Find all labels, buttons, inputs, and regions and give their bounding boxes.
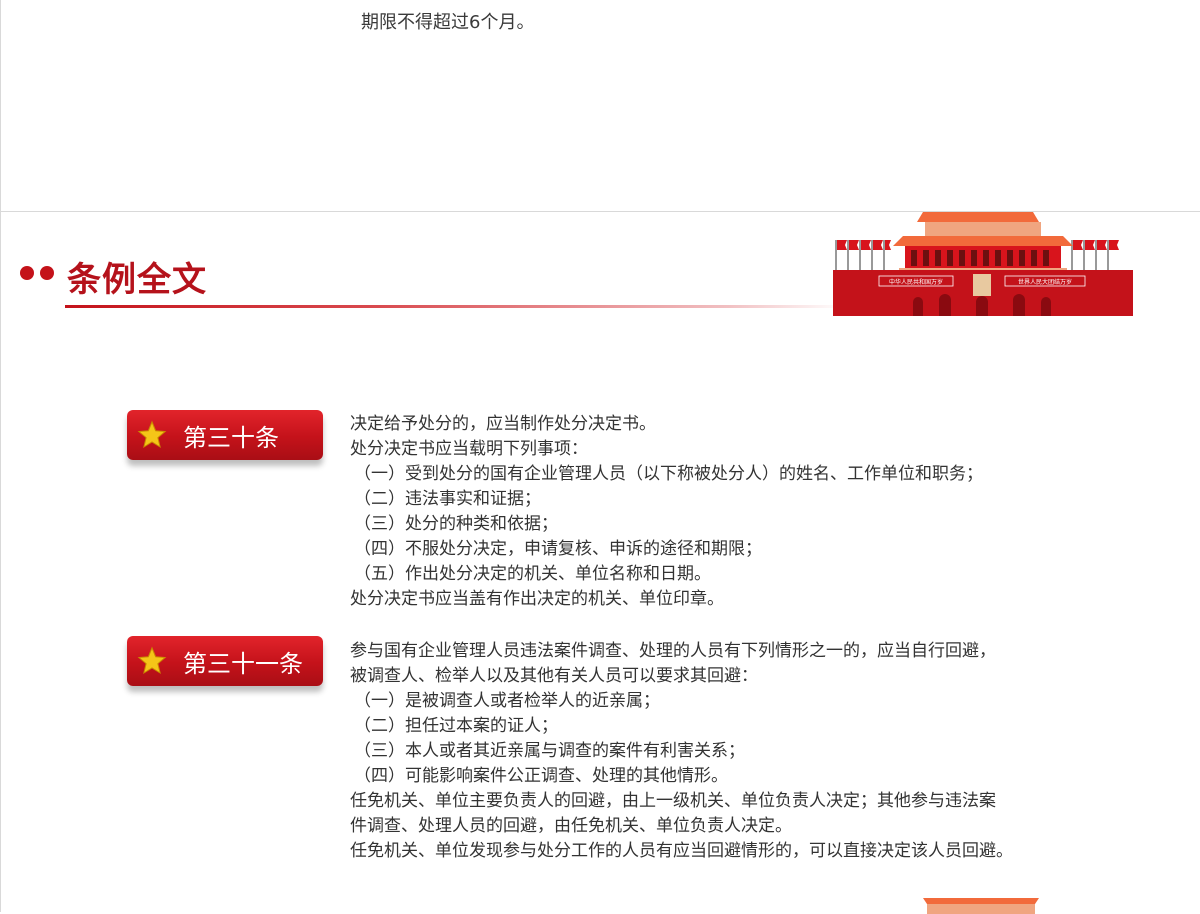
article-label: 第三十条: [183, 423, 279, 452]
star-icon: [137, 420, 167, 449]
text-line: （五）作出处分决定的机关、单位名称和日期。: [354, 564, 711, 584]
text-line: 决定给予处分的，应当制作处分决定书。: [350, 414, 656, 434]
text-line: （一）是被调查人或者检举人的近亲属；: [354, 691, 660, 711]
text-line: 处分决定书应当盖有作出决定的机关、单位印章。: [350, 589, 724, 609]
text-line: 被调查人、检举人以及其他有关人员可以要求其回避：: [350, 666, 758, 686]
text-line: 期限不得超过6个月。: [361, 12, 535, 33]
text-line: （四）不服处分决定，申请复核、申诉的途径和期限；: [354, 539, 762, 559]
text-line: （四）可能影响案件公正调查、处理的其他情形。: [354, 766, 728, 786]
text-line: （一）受到处分的国有企业管理人员（以下称被处分人）的姓名、工作单位和职务；: [354, 464, 983, 484]
text-line: 件调查、处理人员的回避，由任免机关、单位负责人决定。: [350, 816, 792, 836]
text-line: （二）担任过本案的证人；: [354, 716, 558, 736]
star-icon: [137, 646, 167, 675]
previous-slide: 遇有其他特殊情形的，经任免机关、单位主要负责人批准可以适当延长，但是延长 期限不…: [0, 0, 1200, 212]
title-underline: [65, 305, 845, 308]
text-line: （三）处分的种类和依据；: [354, 514, 558, 534]
title-bullets: [20, 266, 54, 280]
bullet-dot: [40, 266, 54, 280]
text-line: 处分决定书应当载明下列事项：: [350, 439, 588, 459]
text-line: 参与国有企业管理人员违法案件调查、处理的人员有下列情形之一的，应当自行回避，: [350, 641, 996, 661]
section-title: 条例全文: [67, 260, 207, 300]
text-line: 遇有其他特殊情形的，经任免机关、单位主要负责人批准可以适当延长，但是延长: [361, 0, 1121, 8]
text-line: 任免机关、单位发现参与处分工作的人员有应当回避情形的，可以直接决定该人员回避。: [350, 841, 1013, 861]
bullet-dot: [20, 266, 34, 280]
current-slide: 条例全文 中华人民共和国万岁 世界人民大团结万岁 第三十条 决定给予处分的，应当…: [0, 212, 1200, 914]
article-30-text: 决定给予处分的，应当制作处分决定书。 处分决定书应当载明下列事项： （一）受到处…: [350, 412, 1110, 612]
article-31-text: 参与国有企业管理人员违法案件调查、处理的人员有下列情形之一的，应当自行回避， 被…: [350, 639, 1110, 864]
text-line: （三）本人或者其近亲属与调查的案件有利害关系；: [354, 741, 745, 761]
gate-banner-left: 中华人民共和国万岁: [889, 278, 943, 286]
previous-slide-text: 遇有其他特殊情形的，经任免机关、单位主要负责人批准可以适当延长，但是延长 期限不…: [361, 0, 1121, 38]
gate-banner-right: 世界人民大团结万岁: [1018, 278, 1072, 286]
article-30-badge: 第三十条: [127, 410, 323, 460]
next-slide-gate-roof: [923, 898, 1039, 914]
text-line: （二）违法事实和证据；: [354, 489, 541, 509]
article-label: 第三十一条: [183, 649, 303, 678]
text-line: 任免机关、单位主要负责人的回避，由上一级机关、单位负责人决定；其他参与违法案: [350, 791, 996, 811]
article-31-badge: 第三十一条: [127, 636, 323, 686]
tiananmen-gate-illustration: 中华人民共和国万岁 世界人民大团结万岁: [833, 212, 1133, 316]
